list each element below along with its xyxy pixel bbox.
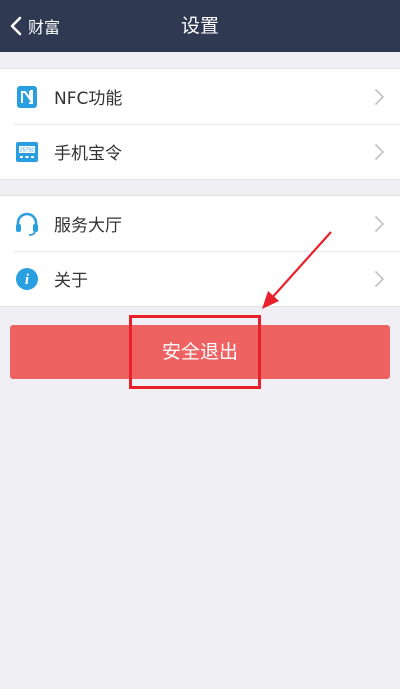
annotation-highlight-box — [129, 315, 261, 389]
nfc-icon — [14, 84, 40, 110]
page-title: 设置 — [180, 15, 219, 37]
settings-item-token[interactable]: 25792 手机宝令 — [0, 124, 400, 179]
settings-item-service-hall[interactable]: 服务大厅 — [0, 196, 400, 251]
settings-group-1: NFC功能 25792 手机宝令 — [0, 68, 400, 180]
settings-item-label: 关于 — [54, 271, 88, 291]
chevron-right-icon — [372, 143, 386, 161]
settings-item-about[interactable]: i 关于 — [0, 251, 400, 306]
navigation-bar: 财富 设置 — [0, 0, 400, 52]
settings-item-label: 服务大厅 — [54, 216, 122, 236]
chevron-right-icon — [372, 270, 386, 288]
token-card-icon: 25792 — [14, 139, 40, 165]
info-icon: i — [14, 266, 40, 292]
settings-item-label: NFC功能 — [54, 89, 123, 109]
settings-item-label: 手机宝令 — [54, 144, 122, 164]
settings-item-nfc[interactable]: NFC功能 — [0, 69, 400, 124]
settings-group-2: 服务大厅 i 关于 — [0, 195, 400, 307]
token-card-icon-text: 25792 — [20, 147, 34, 153]
chevron-right-icon — [372, 88, 386, 106]
headset-icon — [14, 211, 40, 237]
chevron-right-icon — [372, 215, 386, 233]
